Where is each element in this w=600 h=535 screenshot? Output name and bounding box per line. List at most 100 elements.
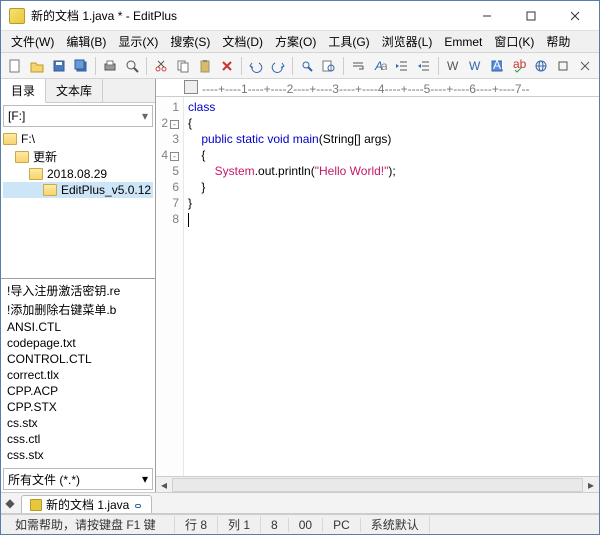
toolbar: Aa W W AB abc [1,53,599,79]
font-button[interactable]: Aa [370,56,390,76]
status-col: 列 1 [218,516,261,533]
menu-bar: 文件(W) 编辑(B) 显示(X) 搜索(S) 文档(D) 方案(O) 工具(G… [1,31,599,53]
chevron-down-icon: ▾ [142,472,148,486]
status-encoding: 系统默认 [361,516,430,533]
menu-edit[interactable]: 编辑(B) [60,31,112,52]
tree-item[interactable]: F:\ [3,131,153,147]
menu-file[interactable]: 文件(W) [5,31,60,52]
menu-document[interactable]: 文档(D) [216,31,269,52]
open-button[interactable] [27,56,47,76]
app-icon [9,8,25,24]
doc-close-button[interactable] [575,56,595,76]
save-button[interactable] [49,56,69,76]
list-item[interactable]: correct.tlx [3,367,153,383]
uppercase-button[interactable]: W [443,56,463,76]
filter-combo[interactable]: 所有文件 (*.*) ▾ [3,468,153,490]
list-item[interactable]: !添加删除右键菜单.b [3,300,153,319]
scroll-left-icon[interactable]: ◂ [156,478,172,492]
list-item[interactable]: css.ctl [3,431,153,447]
window-title: 新的文档 1.java * - EditPlus [31,7,465,24]
list-item[interactable]: !导入注册激活密钥.re [3,281,153,300]
list-item[interactable]: ANSI.CTL [3,319,153,335]
document-tab[interactable]: 新的文档 1.java [21,495,152,513]
folder-icon [43,184,57,196]
scroll-right-icon[interactable]: ▸ [583,478,599,492]
browser-button[interactable] [531,56,551,76]
file-icon [30,499,42,511]
maximize-button[interactable] [509,2,553,30]
line-gutter: 1 2- 3 4- 5 6 7 8 [156,97,184,476]
svg-text:a: a [381,59,387,73]
tree-item[interactable]: EditPlus_v5.0.12 [3,182,153,198]
minimize-button[interactable] [465,2,509,30]
restore-down-button[interactable] [553,56,573,76]
print-button[interactable] [100,56,120,76]
folder-tree[interactable]: F:\ 更新 2018.08.29 EditPlus_v5.0.12 [1,129,155,279]
tree-item[interactable]: 2018.08.29 [3,166,153,182]
close-button[interactable] [553,2,597,30]
find-button[interactable] [297,56,317,76]
menu-search[interactable]: 搜索(S) [164,31,216,52]
code-text[interactable]: class{ public static void main(String[] … [184,97,396,476]
horizontal-scrollbar[interactable]: ◂ ▸ [156,476,599,492]
document-tabs: ◆ 新的文档 1.java [1,492,599,514]
fold-icon[interactable]: - [170,152,179,161]
spell-button[interactable]: abc [509,56,529,76]
list-item[interactable]: CPP.STX [3,399,153,415]
menu-project[interactable]: 方案(O) [269,31,322,52]
drive-combo[interactable]: [F:] ▾ [3,105,153,127]
link-icon [133,500,143,510]
indent-button[interactable] [392,56,412,76]
redo-button[interactable] [268,56,288,76]
lowercase-button[interactable]: W [465,56,485,76]
menu-tools[interactable]: 工具(G) [322,31,375,52]
file-list[interactable]: !导入注册激活密钥.re !添加删除右键菜单.b ANSI.CTL codepa… [1,279,155,466]
list-item[interactable]: codepage.txt [3,335,153,351]
status-bar: 如需帮助，请按键盘 F1 键 行 8 列 1 8 00 PC 系统默认 [1,514,599,534]
svg-text:W: W [469,59,481,73]
filter-label: 所有文件 (*.*) [8,471,80,488]
code-area[interactable]: 1 2- 3 4- 5 6 7 8 class{ public static v… [156,97,599,476]
wrap-button[interactable] [348,56,368,76]
copy-button[interactable] [173,56,193,76]
list-item[interactable]: cs.stx [3,415,153,431]
menu-browser[interactable]: 浏览器(L) [376,31,439,52]
status-hint: 如需帮助，请按键盘 F1 键 [5,516,175,533]
ruler-toggle-icon[interactable] [184,80,198,94]
status-sel: 00 [289,518,323,532]
document-tab-label: 新的文档 1.java [46,496,129,513]
status-chars: 8 [261,518,289,532]
scroll-track[interactable] [172,478,583,492]
tab-cliptext[interactable]: 文本库 [46,79,103,102]
preview-button[interactable] [122,56,142,76]
list-item[interactable]: CPP.ACP [3,383,153,399]
menu-emmet[interactable]: Emmet [438,33,488,51]
drive-label: [F:] [8,109,25,123]
outdent-button[interactable] [414,56,434,76]
findfiles-button[interactable] [319,56,339,76]
text-cursor [188,213,189,227]
folder-icon [3,133,17,145]
undo-button[interactable] [246,56,266,76]
fold-icon[interactable]: - [170,120,179,129]
menu-help[interactable]: 帮助 [540,31,576,52]
status-line: 行 8 [175,516,218,533]
list-item[interactable]: CONTROL.CTL [3,351,153,367]
new-button[interactable] [5,56,25,76]
tab-menu-icon[interactable]: ◆ [1,493,19,513]
folder-icon [29,168,43,180]
ruler: ----+----1----+----2----+----3----+----4… [156,79,599,97]
tab-directory[interactable]: 目录 [1,79,46,103]
menu-view[interactable]: 显示(X) [112,31,164,52]
editor: ----+----1----+----2----+----3----+----4… [156,79,599,492]
highlight-button[interactable]: AB [487,56,507,76]
paste-button[interactable] [195,56,215,76]
svg-text:AB: AB [493,59,504,72]
list-item[interactable]: css.stx [3,447,153,463]
folder-icon [15,151,29,163]
delete-button[interactable] [217,56,237,76]
tree-item[interactable]: 更新 [3,147,153,166]
menu-window[interactable]: 窗口(K) [488,31,540,52]
saveall-button[interactable] [71,56,91,76]
cut-button[interactable] [151,56,171,76]
